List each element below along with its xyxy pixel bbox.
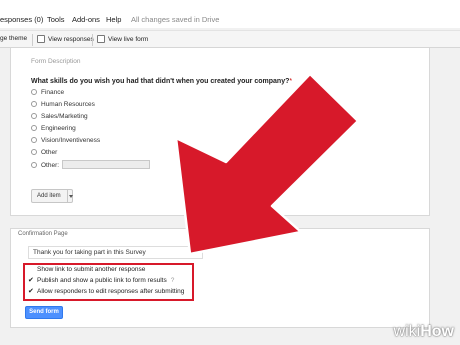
watermark-logo: wikiHow [394, 323, 454, 341]
watermark-part1: wiki [393, 323, 421, 340]
watermark-part2: How [420, 323, 454, 340]
annotation-arrow-icon [174, 72, 360, 256]
arrow-shape [174, 72, 360, 256]
